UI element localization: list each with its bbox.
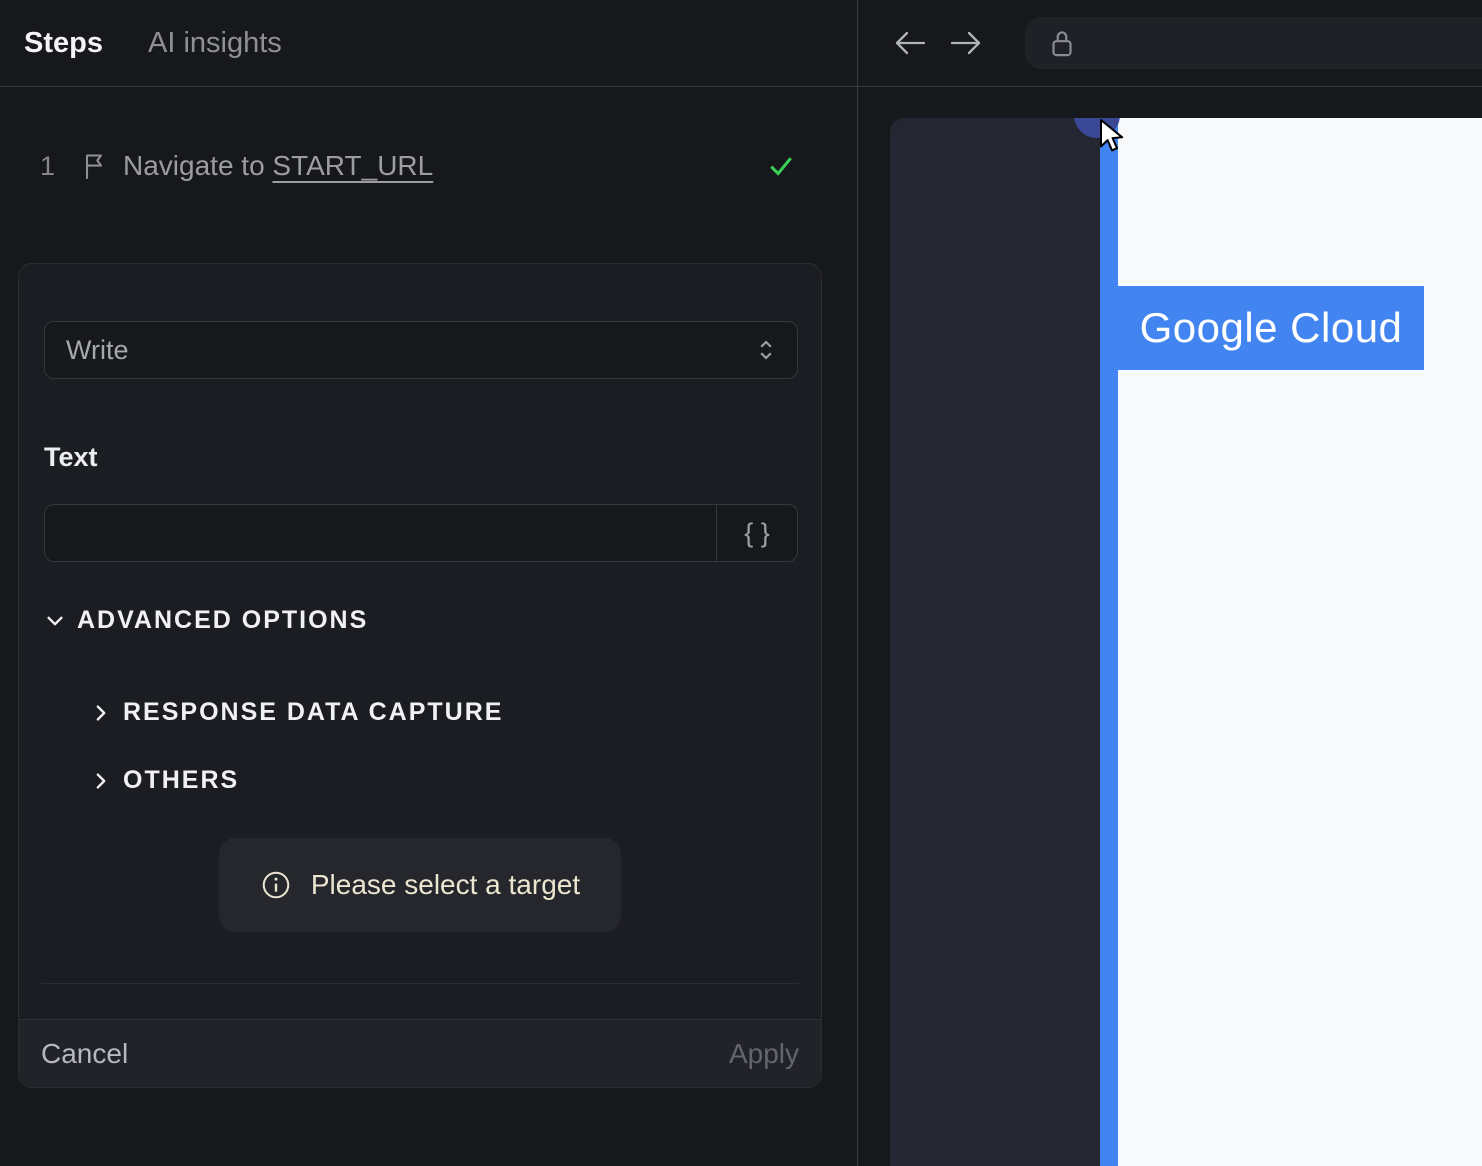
browser-chrome — [858, 0, 1482, 87]
tab-ai-insights[interactable]: AI insights — [148, 27, 282, 60]
chevron-right-icon — [90, 770, 112, 792]
advanced-options-label: ADVANCED OPTIONS — [77, 606, 369, 634]
response-data-capture-label: RESPONSE DATA CAPTURE — [123, 698, 504, 726]
info-icon — [260, 869, 292, 901]
text-field-group: { } — [44, 504, 798, 562]
editor-footer: Cancel Apply — [19, 1019, 821, 1087]
text-input[interactable] — [45, 505, 716, 561]
chevron-right-icon — [90, 702, 112, 724]
step-title: Navigate to START_URL — [123, 150, 434, 181]
steps-panel: Steps AI insights 1 Navigate to START_UR… — [0, 0, 858, 1166]
apply-button[interactable]: Apply — [729, 1038, 799, 1070]
cancel-button[interactable]: Cancel — [41, 1038, 128, 1070]
advanced-options-toggle[interactable]: ADVANCED OPTIONS — [44, 606, 368, 635]
lock-icon — [1047, 26, 1077, 60]
notice-text: Please select a target — [310, 869, 581, 900]
step-editor-card: Write Text { } ADVANCED OPTIONS RESPONSE… — [18, 263, 822, 1088]
cursor-icon — [1098, 118, 1130, 156]
check-icon — [765, 149, 797, 181]
google-cloud-highlight[interactable]: Google Cloud — [1118, 286, 1424, 370]
browser-pane: Google Cloud — [858, 0, 1482, 1166]
tab-steps[interactable]: Steps — [24, 27, 103, 60]
others-toggle[interactable]: OTHERS — [90, 766, 239, 795]
start-url-link[interactable]: START_URL — [272, 150, 433, 181]
response-data-capture-toggle[interactable]: RESPONSE DATA CAPTURE — [90, 698, 503, 727]
unfold-icon — [753, 335, 779, 365]
highlighted-sidebar-strip — [1100, 118, 1118, 1166]
step-row[interactable]: 1 Navigate to START_URL — [0, 147, 857, 187]
page-preview: Google Cloud — [890, 118, 1482, 1166]
page-content — [1118, 118, 1482, 1166]
others-label: OTHERS — [123, 766, 240, 794]
url-bar[interactable] — [1025, 17, 1482, 69]
step-number: 1 — [40, 151, 56, 181]
action-select[interactable]: Write — [44, 321, 798, 379]
back-arrow-icon[interactable] — [892, 27, 928, 59]
select-target-notice: Please select a target — [219, 838, 621, 932]
flag-icon — [80, 150, 108, 182]
footer-divider — [41, 983, 799, 984]
forward-arrow-icon[interactable] — [948, 27, 984, 59]
chevron-down-icon — [44, 610, 66, 632]
action-select-value: Write — [66, 334, 129, 365]
panel-tab-bar: Steps AI insights — [0, 0, 857, 87]
text-field-label: Text — [44, 442, 98, 472]
insert-variable-button[interactable]: { } — [716, 505, 797, 561]
